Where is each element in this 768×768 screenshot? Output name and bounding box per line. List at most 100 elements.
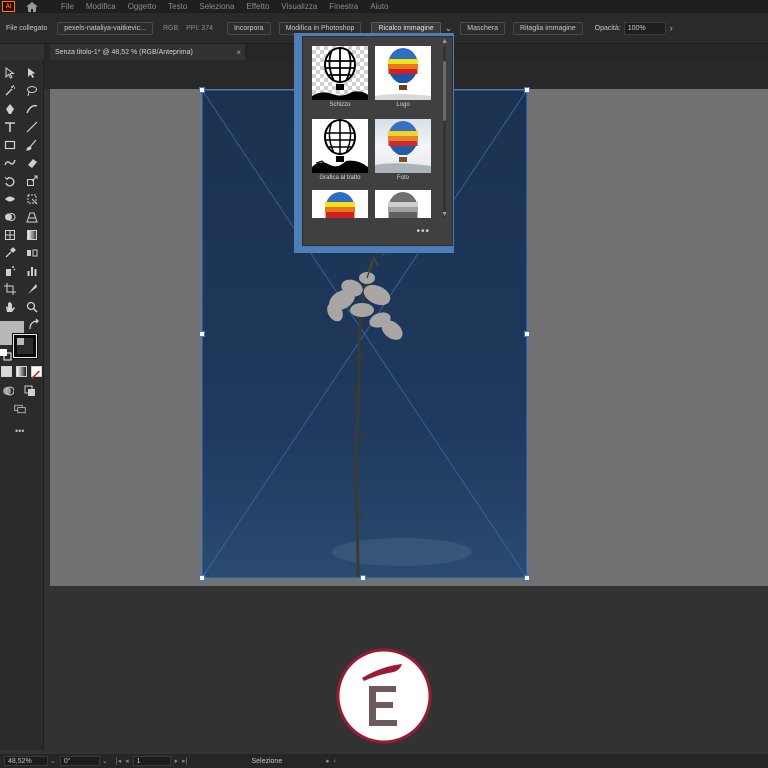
menu-effetto[interactable]: Effetto: [246, 2, 269, 11]
scale-icon[interactable]: [26, 174, 38, 186]
illustrator-window: Ai File Modifica Oggetto Testo Seleziona…: [0, 0, 768, 768]
first-artboard-icon[interactable]: |◂: [116, 757, 121, 765]
symbol-sprayer-icon[interactable]: [4, 264, 16, 276]
paintbrush-icon[interactable]: [26, 138, 38, 151]
last-artboard-icon[interactable]: ▸|: [182, 757, 187, 765]
shape-builder-icon[interactable]: [4, 210, 16, 222]
scroll-up-icon[interactable]: ▲: [441, 38, 448, 45]
swap-colors-icon[interactable]: [28, 318, 39, 330]
menu-testo[interactable]: Testo: [168, 2, 187, 11]
preset-label: Grafica al tratto: [319, 175, 361, 181]
app-logo: Ai: [2, 1, 15, 12]
slice-icon[interactable]: [26, 282, 38, 294]
screen-mode-icon[interactable]: [14, 402, 30, 414]
current-tool-status: Selezione: [251, 757, 283, 765]
blend-icon[interactable]: [26, 246, 38, 258]
pen-icon[interactable]: [4, 102, 16, 114]
menu-seleziona[interactable]: Seleziona: [199, 2, 234, 11]
color-mode-button[interactable]: [1, 366, 12, 377]
ppi-value: PPI: 374: [186, 24, 213, 32]
crop-image-button[interactable]: Ritaglia immagine: [512, 21, 583, 35]
mesh-icon[interactable]: [4, 228, 16, 240]
preset-thumb-line-art: [312, 119, 368, 173]
scroll-down-icon[interactable]: ▼: [441, 211, 448, 218]
rectangle-icon[interactable]: [4, 138, 16, 150]
more-options-chevron-icon[interactable]: ›: [670, 23, 673, 33]
image-trace-presets-popup: Schizzo Logo Grafica al tratto Foto ▲ ▼ …: [302, 36, 453, 246]
lasso-icon[interactable]: [26, 84, 38, 97]
home-icon[interactable]: [25, 1, 39, 13]
mask-button[interactable]: Maschera: [460, 21, 505, 35]
color-mode: RGB: [162, 24, 179, 32]
type-icon[interactable]: [4, 120, 16, 132]
close-tab-icon[interactable]: ×: [236, 48, 241, 57]
status-menu-left-icon[interactable]: ‹: [334, 758, 336, 765]
curvature-icon[interactable]: [26, 102, 38, 114]
selection-tool-icon[interactable]: [4, 66, 16, 79]
preset-thumb-logo: [375, 46, 431, 100]
preset-thumb-sketch: [312, 46, 368, 100]
next-artboard-icon[interactable]: ▸: [175, 757, 179, 765]
image-trace-presets-chevron-icon[interactable]: ⌄: [445, 23, 453, 34]
preset-grayscale[interactable]: [375, 190, 431, 218]
tools-panel: •••: [0, 60, 44, 750]
hand-icon[interactable]: [4, 300, 16, 312]
rotation-field[interactable]: 0°: [59, 756, 100, 766]
preset-colors-high[interactable]: [312, 190, 368, 218]
rotate-icon[interactable]: [4, 174, 16, 187]
preset-thumb-grayscale: [375, 190, 431, 218]
menu-aiuto[interactable]: Aiuto: [370, 2, 388, 11]
preset-thumb-photo: [375, 119, 431, 173]
menu-finestra[interactable]: Finestra: [329, 2, 358, 11]
shaper-icon[interactable]: [4, 156, 16, 168]
artboard-icon[interactable]: [4, 282, 16, 295]
menu-bar: Ai File Modifica Oggetto Testo Seleziona…: [0, 0, 768, 13]
column-graph-icon[interactable]: [26, 264, 38, 276]
channel-logo: [336, 648, 432, 744]
magic-wand-icon[interactable]: [4, 84, 16, 96]
preset-logo[interactable]: Logo: [375, 46, 431, 108]
preset-schizzo[interactable]: Schizzo: [312, 46, 368, 108]
preset-label: Foto: [396, 175, 409, 181]
document-tab-title: Senza titolo-1* @ 48,52 % (RGB/Anteprima…: [55, 48, 193, 56]
zoom-dropdown-chevron-icon[interactable]: ⌄: [50, 757, 56, 765]
status-menu-arrow-icon[interactable]: ▸: [326, 757, 330, 765]
stroke-color-swatch[interactable]: [12, 333, 38, 359]
embed-button[interactable]: Incorpora: [226, 21, 271, 35]
zoom-icon[interactable]: [26, 300, 38, 313]
draw-mode-icon[interactable]: [2, 384, 15, 396]
linked-file-name[interactable]: pexels-nataliya-vaitkevic...: [57, 21, 153, 35]
menu-modifica[interactable]: Modifica: [86, 2, 116, 11]
default-colors-icon[interactable]: [0, 348, 12, 361]
menu-file[interactable]: File: [61, 2, 74, 11]
preset-grafica-al-tratto[interactable]: Grafica al tratto: [312, 119, 368, 181]
width-icon[interactable]: [4, 192, 16, 204]
preset-label: Logo: [396, 102, 410, 108]
menu-oggetto[interactable]: Oggetto: [128, 2, 156, 11]
eraser-icon[interactable]: [26, 156, 38, 168]
artboard-number-field[interactable]: 1: [132, 756, 171, 766]
preset-foto[interactable]: Foto: [375, 119, 431, 181]
scrollbar-thumb[interactable]: [443, 61, 446, 121]
zoom-level-field[interactable]: 48,52%: [4, 756, 48, 766]
line-icon[interactable]: [26, 120, 38, 133]
rotation-dropdown-chevron-icon[interactable]: ⌄: [102, 757, 108, 765]
opacity-field[interactable]: 100%: [623, 21, 666, 35]
gradient-mode-button[interactable]: [16, 366, 27, 377]
preset-label: Schizzo: [329, 102, 351, 108]
menu-visualizza[interactable]: Visualizza: [281, 2, 317, 11]
document-tab[interactable]: Senza titolo-1* @ 48,52 % (RGB/Anteprima…: [50, 44, 246, 60]
more-tools-icon[interactable]: •••: [15, 426, 24, 436]
popup-scrollbar[interactable]: [443, 47, 446, 217]
more-options-icon[interactable]: •••: [416, 226, 430, 237]
gradient-icon[interactable]: [26, 228, 38, 240]
previous-artboard-icon[interactable]: ◂: [125, 757, 129, 765]
preset-thumb-high-color: [312, 190, 368, 218]
linked-file-label: File collegato: [6, 24, 48, 32]
eyedropper-icon[interactable]: [4, 246, 16, 258]
none-mode-button[interactable]: [31, 366, 42, 379]
draw-behind-icon[interactable]: [24, 384, 36, 396]
free-transform-icon[interactable]: [26, 192, 38, 205]
direct-selection-tool-icon[interactable]: [26, 66, 38, 78]
perspective-grid-icon[interactable]: [26, 210, 38, 223]
